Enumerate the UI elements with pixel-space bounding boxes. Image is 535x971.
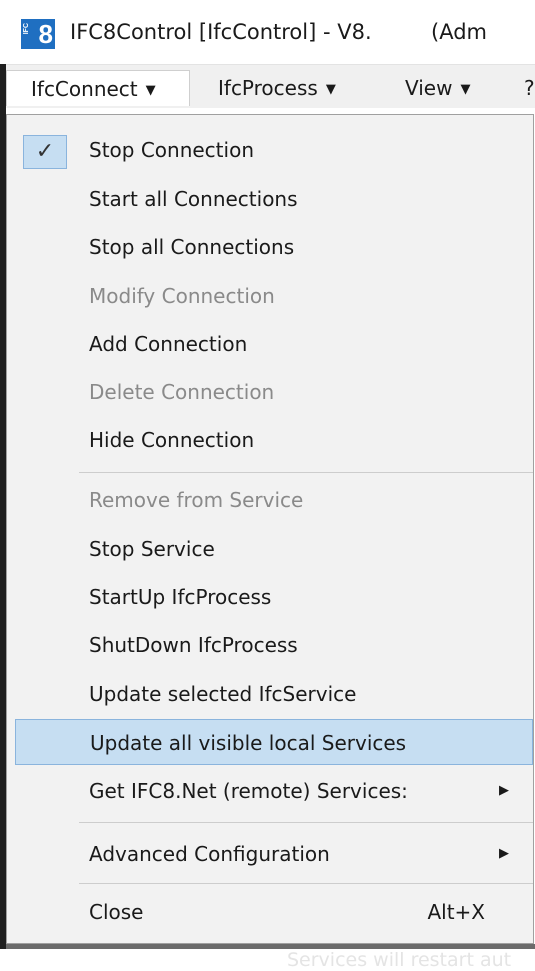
checkmark-icon: ✓ xyxy=(23,135,67,169)
menu-ifcconnect[interactable]: IfcConnect ▼ xyxy=(6,70,190,106)
menu-view[interactable]: View ▼ xyxy=(405,70,470,106)
ifcconnect-dropdown-menu: Services will restart aut ✓ Stop Connect… xyxy=(6,114,534,971)
title-bar: IFC 8 IFC8Control [IfcControl] - V8. (Ad… xyxy=(0,0,535,64)
menu-separator xyxy=(79,472,533,473)
menu-item-label: Hide Connection xyxy=(89,428,255,452)
menu-item-label: Add Connection xyxy=(89,332,248,356)
menu-item-modify-connection: Modify Connection xyxy=(15,273,533,319)
window-title: IFC8Control [IfcControl] - V8. (Adm xyxy=(70,20,487,44)
menu-help[interactable]: ? xyxy=(524,70,535,106)
menu-item-close[interactable]: Close Alt+X xyxy=(15,889,533,935)
menu-item-label: Close xyxy=(89,900,144,924)
chevron-down-icon: ▼ xyxy=(145,83,156,98)
window-title-suffix: (Adm xyxy=(431,20,487,44)
menu-item-label: Start all Connections xyxy=(89,187,298,211)
menu-item-update-all-visible-local-services[interactable]: Update all visible local Services xyxy=(15,719,533,765)
menu-item-label: Remove from Service xyxy=(89,488,304,512)
menu-item-startup-ifcprocess[interactable]: StartUp IfcProcess xyxy=(15,574,533,620)
window-title-main: IFC8Control [IfcControl] - V8. xyxy=(70,20,372,44)
menu-help-label: ? xyxy=(524,76,535,100)
menu-item-shutdown-ifcprocess[interactable]: ShutDown IfcProcess xyxy=(15,622,533,668)
menu-item-add-connection[interactable]: Add Connection xyxy=(15,321,533,367)
app-icon-small-text: IFC xyxy=(23,23,30,35)
menu-item-start-all-connections[interactable]: Start all Connections xyxy=(15,176,533,222)
menu-item-label: ShutDown IfcProcess xyxy=(89,633,298,657)
window-bottom-edge xyxy=(6,944,535,949)
chevron-down-icon: ▼ xyxy=(325,82,336,97)
menu-item-label: Stop Connection xyxy=(89,138,254,162)
menu-item-label: Update all visible local Services xyxy=(90,731,407,755)
app-icon: IFC 8 xyxy=(21,19,55,49)
menu-item-delete-connection: Delete Connection xyxy=(15,369,533,415)
menu-item-remove-from-service: Remove from Service xyxy=(15,477,533,523)
menu-item-label: Stop Service xyxy=(89,537,215,561)
menu-item-stop-service[interactable]: Stop Service xyxy=(15,526,533,572)
menu-view-label: View xyxy=(405,76,453,100)
menu-item-get-remote-services[interactable]: Get IFC8.Net (remote) Services: ▶ xyxy=(15,768,533,814)
menu-ifcprocess[interactable]: IfcProcess ▼ xyxy=(218,70,336,106)
shortcut-text: Alt+X xyxy=(427,900,485,924)
chevron-down-icon: ▼ xyxy=(460,82,471,97)
menu-item-label: StartUp IfcProcess xyxy=(89,585,272,609)
menu-item-label: Get IFC8.Net (remote) Services: xyxy=(89,779,408,803)
app-icon-number: 8 xyxy=(38,19,53,49)
submenu-arrow-icon: ▶ xyxy=(499,846,509,861)
menu-separator xyxy=(79,883,533,884)
menu-item-label: Advanced Configuration xyxy=(89,842,330,866)
menu-item-label: Stop all Connections xyxy=(89,235,295,259)
menu-item-label: Update selected IfcService xyxy=(89,682,357,706)
background-status-text: Services will restart aut xyxy=(287,949,512,971)
menu-ifcconnect-label: IfcConnect xyxy=(31,77,138,101)
menu-item-update-selected-ifcservice[interactable]: Update selected IfcService xyxy=(15,671,533,717)
menu-item-label: Delete Connection xyxy=(89,380,275,404)
menu-separator xyxy=(79,822,533,823)
menu-item-advanced-configuration[interactable]: Advanced Configuration ▶ xyxy=(15,831,533,877)
menu-item-hide-connection[interactable]: Hide Connection xyxy=(15,417,533,463)
menu-item-stop-connection[interactable]: ✓ Stop Connection xyxy=(15,127,533,173)
menu-ifcprocess-label: IfcProcess xyxy=(218,76,318,100)
menu-item-label: Modify Connection xyxy=(89,284,275,308)
submenu-arrow-icon: ▶ xyxy=(499,783,509,798)
menu-item-stop-all-connections[interactable]: Stop all Connections xyxy=(15,224,533,270)
